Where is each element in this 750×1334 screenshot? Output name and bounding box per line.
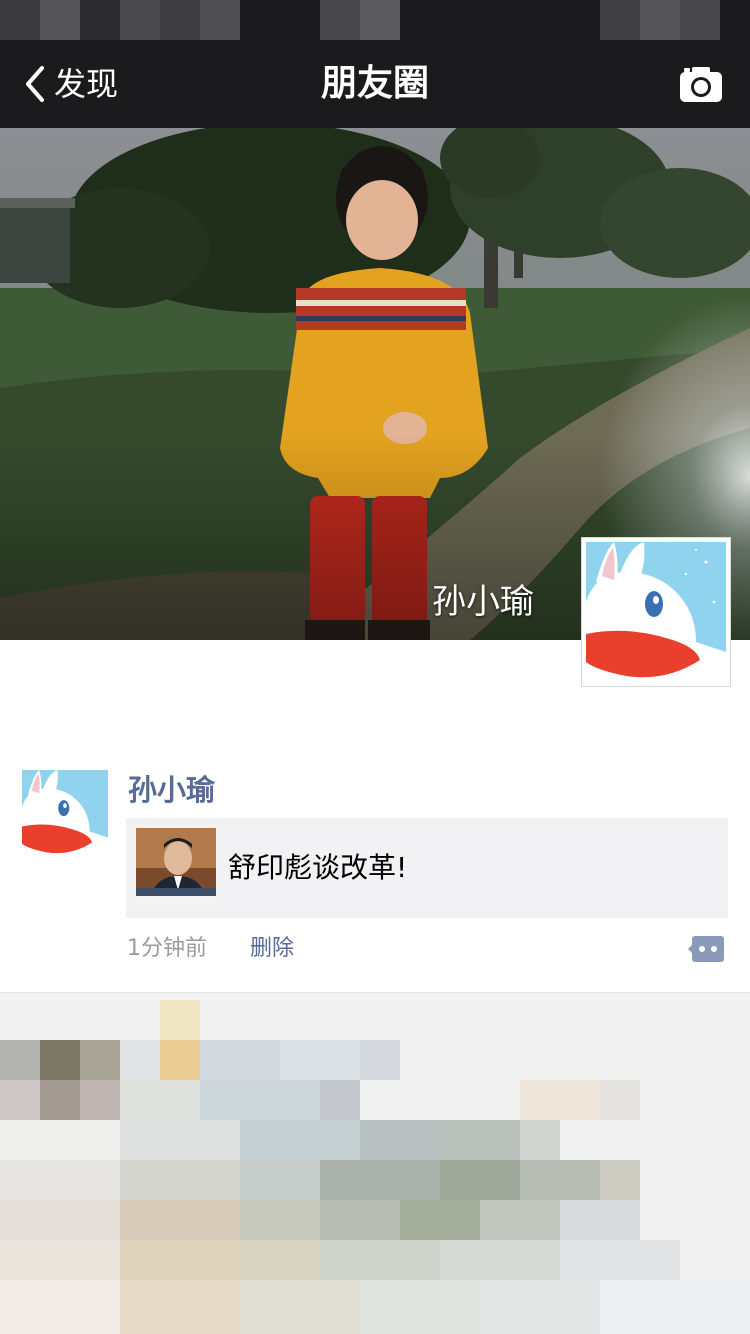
delete-button[interactable]: 删除 xyxy=(250,932,294,966)
news-thumbnail-image xyxy=(136,828,216,908)
profile-avatar[interactable] xyxy=(581,537,731,687)
shared-link-title: 舒印彪谈改革! xyxy=(228,851,408,884)
camera-icon[interactable] xyxy=(678,64,724,104)
post-timestamp: 1分钟前 xyxy=(127,936,207,961)
rabbit-avatar-icon xyxy=(586,542,726,682)
blurred-content xyxy=(0,993,750,1334)
feed-post: 孙小瑜 舒印彪谈改革! 1分钟前 删除 xyxy=(0,768,750,992)
cover-username: 孙小瑜 xyxy=(432,582,534,622)
post-author-name[interactable]: 孙小瑜 xyxy=(128,770,215,810)
nav-bar: 发现 朋友圈 xyxy=(0,40,750,128)
blurred-next-post xyxy=(0,993,750,1334)
page-title: 朋友圈 xyxy=(320,63,429,104)
rabbit-avatar-icon xyxy=(22,770,108,856)
comment-icon[interactable] xyxy=(688,934,726,964)
shared-link-thumbnail xyxy=(136,828,216,908)
status-bar xyxy=(0,0,750,40)
post-avatar[interactable] xyxy=(22,770,108,856)
shared-link-card[interactable]: 舒印彪谈改革! xyxy=(126,818,728,918)
